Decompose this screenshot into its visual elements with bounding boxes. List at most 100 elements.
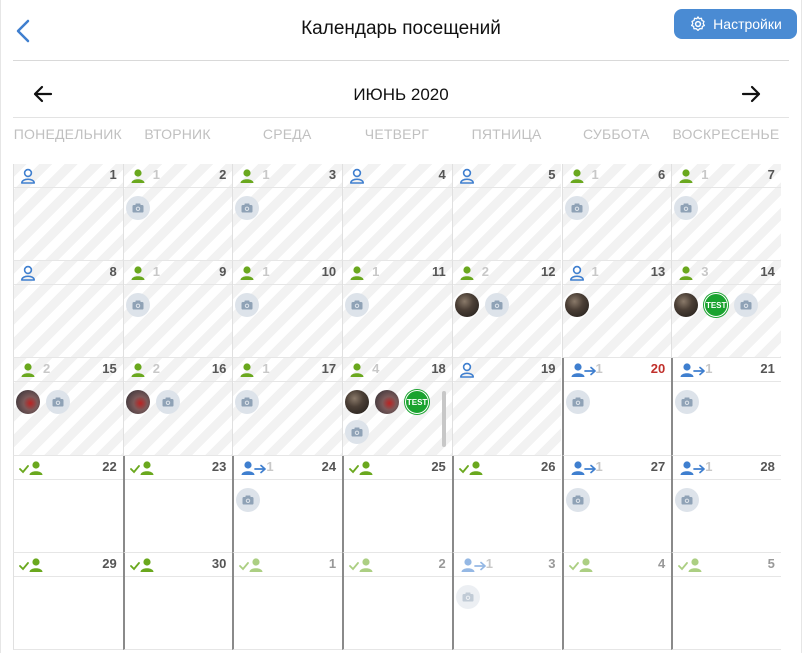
day-cell[interactable]: 1 20 xyxy=(561,358,672,456)
day-cell-header: 2 16 xyxy=(123,358,233,383)
day-cell[interactable]: 3 14 TEST xyxy=(671,261,781,359)
add-photo-camera-icon[interactable] xyxy=(235,390,260,415)
day-cell[interactable]: 4 18 TEST xyxy=(342,358,452,456)
visitor-avatar[interactable] xyxy=(564,293,589,318)
day-cell[interactable]: 16 xyxy=(561,164,672,262)
visitor-avatar[interactable] xyxy=(454,293,479,318)
day-cell[interactable]: 17 xyxy=(671,164,781,262)
day-cell-header: 12 xyxy=(123,164,233,188)
day-cell[interactable]: 2 15 xyxy=(13,358,123,456)
add-photo-camera-icon[interactable] xyxy=(565,487,590,512)
test-badge[interactable]: TEST xyxy=(405,390,430,415)
user-check-icon xyxy=(129,460,156,481)
day-cell[interactable]: 2 xyxy=(342,552,452,650)
weekday-label: ПОНЕДЕЛЬНИК xyxy=(13,126,122,142)
test-badge[interactable]: TEST xyxy=(704,293,729,318)
visitor-avatar[interactable] xyxy=(375,390,400,415)
visitor-avatar[interactable] xyxy=(125,390,150,415)
add-photo-camera-icon[interactable] xyxy=(345,293,370,318)
day-cell[interactable]: 1 24 xyxy=(232,455,343,553)
weekday-label: ВОСКРЕСЕНЬЕ xyxy=(672,126,780,142)
day-cell[interactable]: 13 xyxy=(232,164,343,262)
day-cell-header: 1 24 xyxy=(234,456,343,480)
day-number: 4 xyxy=(438,167,446,182)
day-cell[interactable]: 1 11 xyxy=(342,261,452,359)
day-cell-header: 23 xyxy=(124,456,233,481)
visit-count: 1 xyxy=(591,264,599,280)
visitor-avatar[interactable] xyxy=(674,293,699,318)
day-number: 6 xyxy=(657,167,666,182)
month-navigation: ИЮНЬ 2020 xyxy=(13,70,789,118)
add-photo-camera-icon[interactable] xyxy=(455,584,480,609)
next-month-arrow-icon[interactable] xyxy=(739,82,763,106)
day-cell[interactable]: 1 xyxy=(13,164,123,262)
day-cell[interactable]: 1 17 xyxy=(232,358,343,456)
visit-count: 2 xyxy=(43,361,51,377)
day-cell-header: 1 20 xyxy=(563,358,672,383)
day-cell[interactable]: 8 xyxy=(13,261,123,359)
add-photo-camera-icon[interactable] xyxy=(675,390,700,415)
add-photo-camera-icon[interactable] xyxy=(155,390,180,415)
day-cell[interactable]: 13 xyxy=(451,552,562,650)
weekday-label: СУББОТА xyxy=(583,126,650,142)
day-cell[interactable]: 4 xyxy=(561,552,672,650)
add-photo-camera-icon[interactable] xyxy=(565,390,590,415)
day-cell[interactable]: 5 xyxy=(671,552,781,650)
day-cell[interactable]: 5 xyxy=(451,164,562,262)
add-photo-camera-icon[interactable] xyxy=(235,196,260,220)
calendar-grid: 1 1 2 1 3 4 5 1 6 1 7 8 1 9 1 10 1 11 2 12 1 13 3 14 TEST 2 15 2 16 1… xyxy=(13,164,781,650)
day-cell[interactable]: 22 xyxy=(13,455,123,553)
add-photo-camera-icon[interactable] xyxy=(345,420,370,445)
add-photo-camera-icon[interactable] xyxy=(236,487,261,512)
user-outline-icon xyxy=(568,265,586,286)
day-number: 15 xyxy=(102,361,117,377)
add-photo-camera-icon[interactable] xyxy=(125,196,150,220)
day-cell[interactable]: 1 10 xyxy=(232,261,343,359)
visitor-avatar[interactable] xyxy=(345,390,370,415)
day-cell[interactable]: 1 13 xyxy=(561,261,672,359)
day-cell[interactable]: 1 xyxy=(232,552,343,650)
day-number: 9 xyxy=(219,264,227,280)
add-photo-camera-icon[interactable] xyxy=(734,293,759,318)
day-cell[interactable]: 19 xyxy=(451,358,562,456)
add-photo-camera-icon[interactable] xyxy=(675,487,700,512)
add-photo-camera-icon[interactable] xyxy=(564,196,589,220)
add-photo-camera-icon[interactable] xyxy=(674,196,699,220)
visitor-avatar[interactable] xyxy=(16,390,40,415)
day-cell[interactable]: 25 xyxy=(342,455,452,553)
day-cell[interactable]: 2 16 xyxy=(122,358,233,456)
day-cell[interactable]: 1 27 xyxy=(561,455,672,553)
add-photo-camera-icon[interactable] xyxy=(46,390,70,415)
visit-count: 3 xyxy=(701,264,709,280)
add-photo-camera-icon[interactable] xyxy=(235,293,260,318)
day-cell[interactable]: 12 xyxy=(122,164,233,262)
day-number: 16 xyxy=(211,361,227,377)
user-visited-icon xyxy=(677,168,695,189)
day-cell-header: 13 xyxy=(453,553,562,578)
day-cell[interactable]: 26 xyxy=(451,455,562,553)
day-cell[interactable]: 1 28 xyxy=(671,455,781,553)
visit-count: 1 xyxy=(372,264,380,280)
gear-icon xyxy=(689,15,707,33)
day-cell[interactable]: 30 xyxy=(122,552,233,650)
user-arrow-icon xyxy=(459,557,487,578)
add-photo-camera-icon[interactable] xyxy=(484,293,509,318)
day-cell[interactable]: 19 xyxy=(122,261,233,359)
day-cell-header: 19 xyxy=(452,358,562,383)
day-cell-header: 13 xyxy=(233,164,343,188)
visit-count: 1 xyxy=(595,361,603,377)
user-outline-icon xyxy=(458,168,476,189)
user-visited-icon xyxy=(19,362,37,383)
day-cell[interactable]: 23 xyxy=(122,455,233,553)
day-cell[interactable]: 29 xyxy=(13,552,123,650)
scrollbar[interactable] xyxy=(442,391,446,447)
day-number: 12 xyxy=(541,264,556,280)
day-cell[interactable]: 4 xyxy=(342,164,452,262)
day-cell[interactable]: 1 21 xyxy=(671,358,781,456)
settings-button[interactable]: Настройки xyxy=(674,9,797,39)
visit-count: 1 xyxy=(705,361,713,377)
user-visited-icon xyxy=(458,265,476,286)
add-photo-camera-icon[interactable] xyxy=(125,293,150,318)
visit-count: 1 xyxy=(266,458,274,474)
day-cell[interactable]: 2 12 xyxy=(451,261,562,359)
